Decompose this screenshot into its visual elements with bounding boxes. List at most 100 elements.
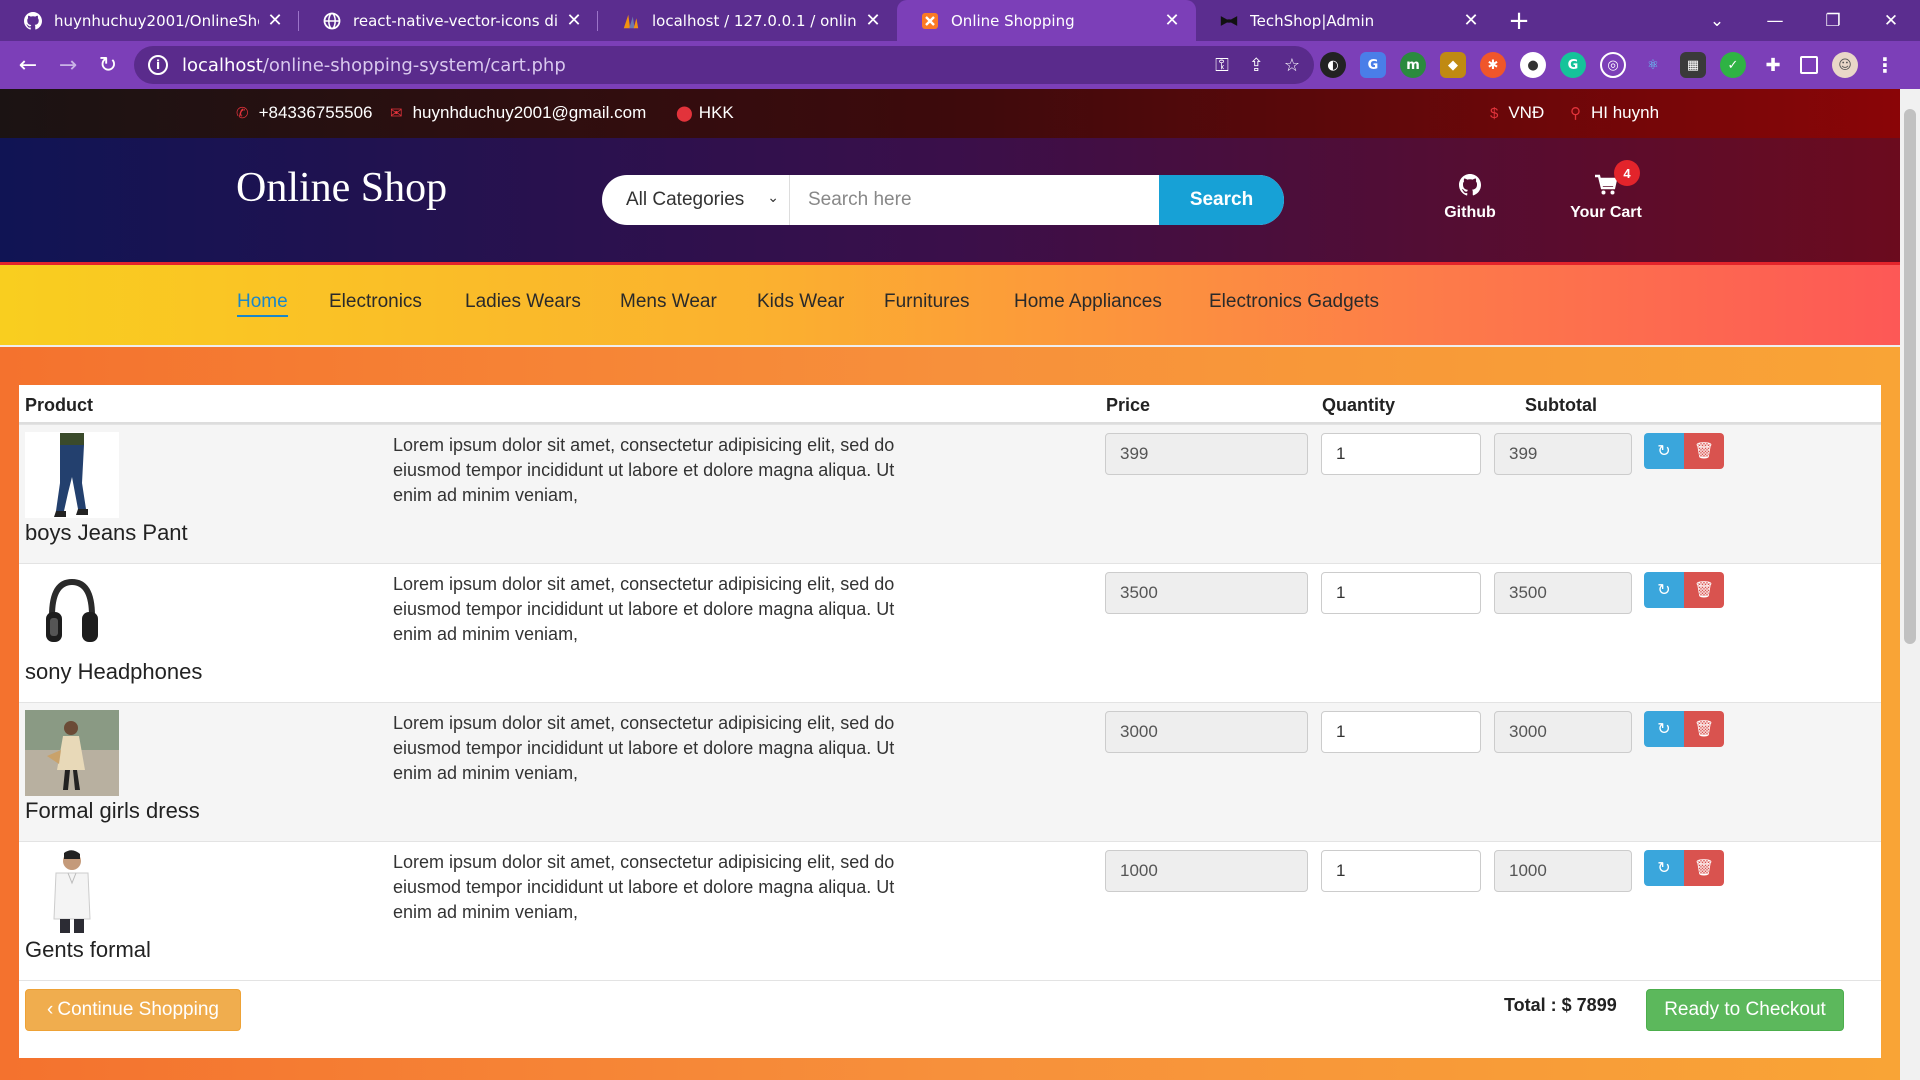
trash-icon[interactable]: 🗑 [1684,433,1724,469]
react-devtools-icon[interactable]: ⚛ [1640,52,1666,78]
forward-button[interactable]: → [48,45,88,85]
refresh-icon[interactable]: ↻ [1644,711,1684,747]
header-product: Product [25,395,94,415]
nav-item-ladies-wears[interactable]: Ladies Wears [465,291,581,313]
dollar-icon: $ [1490,104,1499,122]
nav-item-home-appliances[interactable]: Home Appliances [1014,291,1162,313]
trash-icon[interactable]: 🗑 [1684,711,1724,747]
back-button[interactable]: ← [8,45,48,85]
refresh-icon[interactable]: ↻ [1644,572,1684,608]
browser-tab[interactable]: react-native-vector-icons directo ✕ [299,0,598,41]
tab-title: localhost / 127.0.0.1 / onlineshop [652,11,857,30]
checkout-button[interactable]: Ready to Checkout [1646,989,1844,1031]
translate-icon[interactable]: G [1360,52,1386,78]
key-icon[interactable]: ⚿ [1215,55,1229,76]
address-bar[interactable]: i localhost/online-shopping-system/cart.… [134,46,1314,84]
extension-icon[interactable]: ▦ [1680,52,1706,78]
subtotal-field: 3000 [1494,711,1632,753]
grammarly-icon[interactable]: G [1560,52,1586,78]
header-quantity: Quantity [1322,395,1396,415]
browser-menu-icon[interactable]: ⋮ [1872,52,1898,78]
subtotal-field: 399 [1494,433,1632,475]
quantity-input[interactable]: 1 [1321,433,1481,475]
tab-close-icon[interactable]: ✕ [863,10,883,31]
email-info: ✉ huynhduchuy2001@gmail.com [390,103,646,123]
gents-image [25,849,119,935]
tab-close-icon[interactable]: ✕ [1162,10,1182,31]
scrollbar-thumb[interactable] [1904,109,1916,644]
account-link[interactable]: ⚲ HI huynh [1570,103,1659,123]
github-link[interactable]: Github [1430,174,1510,222]
extension-icon[interactable]: ◎ [1600,52,1626,78]
tab-close-icon[interactable]: ✕ [1461,10,1481,31]
cart-table: Product Price Quantity Subtotal boys Jea… [19,385,1881,1058]
nav-item-electronics[interactable]: Electronics [329,291,422,313]
extension-icon[interactable]: m [1400,52,1426,78]
cart-footer: ‹ Continue Shopping Total : $ 7899 Ready… [19,980,1881,1058]
url-host: localhost [182,54,263,76]
extensions-puzzle-icon[interactable]: ✚ [1760,52,1786,78]
extension-icon[interactable]: ◆ [1440,52,1466,78]
currency-text: VNĐ [1508,103,1545,122]
browser-tab[interactable]: huynhuchuy2001/OnlineShop_PJ ✕ [0,0,299,41]
email-address: huynhduchuy2001@gmail.com [412,103,647,122]
close-window-button[interactable]: ✕ [1862,0,1920,41]
new-tab-button[interactable]: + [1499,0,1539,41]
cart-link[interactable]: Your Cart 4 [1566,160,1646,222]
phone-info: ✆ +84336755506 [236,103,373,123]
trash-icon[interactable]: 🗑 [1684,572,1724,608]
refresh-icon[interactable]: ↻ [1644,433,1684,469]
product-name: boys Jeans Pant [25,520,188,545]
currency-link[interactable]: $ VNĐ [1490,103,1544,123]
search-form: All Categories ⌄ Search [602,175,1284,225]
minimize-button[interactable]: — [1746,0,1804,41]
browser-tab[interactable]: localhost / 127.0.0.1 / onlineshop ✕ [598,0,897,41]
nav-item-electronics-gadgets[interactable]: Electronics Gadgets [1209,291,1379,313]
map-marker-icon: ⬤ [676,105,693,122]
product-description: Lorem ipsum dolor sit amet, consectetur … [393,713,895,783]
nav-item-furnitures[interactable]: Furnitures [884,291,970,313]
share-icon[interactable]: ⇪ [1249,55,1264,76]
extension-icon[interactable]: ◐ [1320,52,1346,78]
reload-button[interactable]: ↻ [88,45,128,85]
quantity-input[interactable]: 1 [1321,572,1481,614]
cart-row: Gents formal Lorem ipsum dolor sit amet,… [19,841,1881,980]
browser-tab-active[interactable]: Online Shopping ✕ [897,0,1196,41]
tab-close-icon[interactable]: ✕ [265,10,285,31]
envelope-icon: ✉ [390,105,403,122]
product-description: Lorem ipsum dolor sit amet, consectetur … [393,852,895,922]
browser-tab[interactable]: TechShop|Admin ✕ [1196,0,1495,41]
category-select[interactable]: All Categories ⌄ [602,175,790,225]
page-viewport: ✆ +84336755506 ✉ huynhduchuy2001@gmail.c… [0,89,1900,1080]
side-panel-icon[interactable] [1800,56,1818,74]
bookmark-star-icon[interactable]: ☆ [1284,55,1300,76]
nav-item-home[interactable]: Home [237,291,288,317]
site-info-icon[interactable]: i [148,55,168,75]
extension-icon[interactable]: ● [1520,52,1546,78]
tab-search-icon[interactable]: ⌄ [1688,0,1746,41]
extension-icon[interactable]: ✱ [1480,52,1506,78]
tab-close-icon[interactable]: ✕ [564,10,584,31]
continue-shopping-button[interactable]: ‹ Continue Shopping [25,989,241,1031]
extensions-bar: ◐ G m ◆ ✱ ● G ◎ ⚛ ▦ ✓ ✚ ☺ ⋮ [1320,41,1898,89]
browser-tab-strip: huynhuchuy2001/OnlineShop_PJ ✕ react-nat… [0,0,1920,41]
restore-button[interactable]: ❐ [1804,0,1862,41]
refresh-icon[interactable]: ↻ [1644,850,1684,886]
quantity-input[interactable]: 1 [1321,711,1481,753]
search-button[interactable]: Search [1159,175,1284,225]
page-scrollbar[interactable] [1900,89,1920,1080]
trash-icon[interactable]: 🗑 [1684,850,1724,886]
quantity-input[interactable]: 1 [1321,850,1481,892]
profile-avatar[interactable]: ☺ [1832,52,1858,78]
nav-item-kids-wear[interactable]: Kids Wear [757,291,844,313]
nav-item-mens-wear[interactable]: Mens Wear [620,291,717,313]
extension-icon[interactable]: ✓ [1720,52,1746,78]
xampp-icon [921,12,939,30]
site-logo[interactable]: Online Shop [236,164,447,212]
price-field: 1000 [1105,850,1308,892]
tab-title: TechShop|Admin [1250,11,1375,30]
search-input[interactable] [790,175,1159,225]
product-description: Lorem ipsum dolor sit amet, consectetur … [393,435,895,505]
bowtie-icon [1220,12,1238,30]
product-name: Formal girls dress [25,798,200,823]
